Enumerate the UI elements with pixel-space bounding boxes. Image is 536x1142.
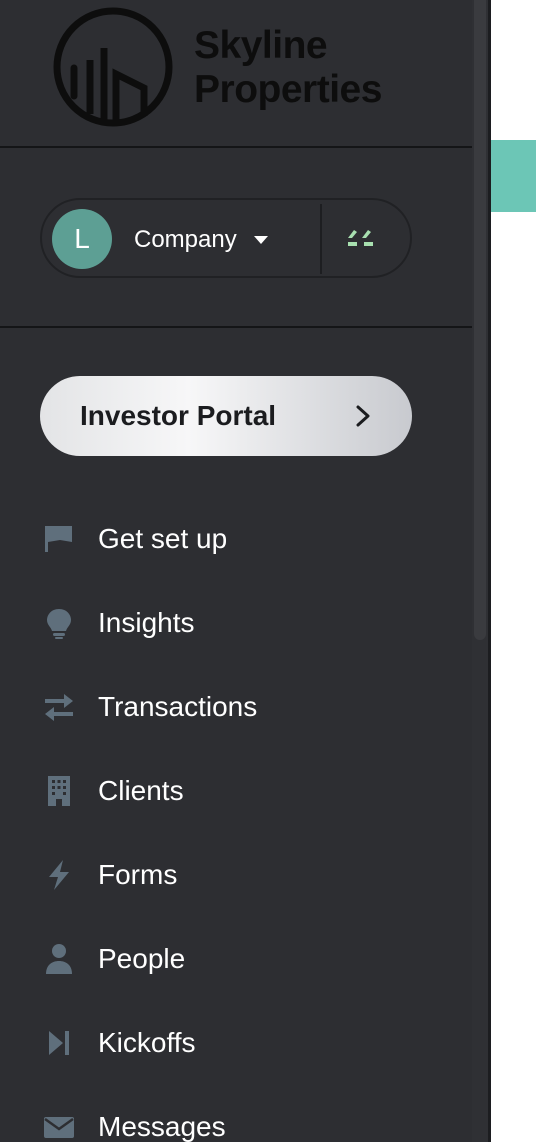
envelope-icon	[44, 1117, 74, 1138]
nav-item-label: Forms	[98, 859, 178, 890]
nav-item-label: Insights	[98, 607, 195, 638]
app-brand-icon[interactable]	[344, 224, 380, 252]
flag-icon	[45, 526, 72, 552]
brand-name-line2: Properties	[194, 68, 382, 111]
pill-divider	[320, 204, 322, 274]
nav-item-label: People	[98, 943, 186, 974]
nav-item-transactions[interactable]: Transactions	[0, 678, 472, 740]
divider	[0, 326, 472, 328]
skyline-building-logo-icon	[53, 7, 173, 127]
chevron-right-icon	[356, 405, 370, 427]
nav-item-get-set-up[interactable]: Get set up	[0, 510, 472, 572]
nav-item-kickoffs[interactable]: Kickoffs	[0, 1014, 472, 1076]
nav-item-insights[interactable]: Insights	[0, 594, 472, 656]
accent-banner	[491, 140, 536, 212]
nav-item-messages[interactable]: Messages	[0, 1098, 472, 1142]
company-switcher[interactable]: L Company	[40, 198, 412, 278]
nav-item-label: Clients	[98, 775, 184, 806]
nav-item-label: Transactions	[98, 691, 258, 722]
nav-item-forms[interactable]: Forms	[0, 846, 472, 908]
brand-name-line1: Skyline	[194, 24, 328, 67]
nav-item-label: Messages	[98, 1111, 226, 1142]
divider	[0, 146, 472, 148]
avatar[interactable]: L	[52, 209, 112, 269]
swap-arrows-icon	[45, 694, 73, 721]
caret-down-icon[interactable]	[254, 236, 268, 244]
nav-item-label: Kickoffs	[98, 1027, 196, 1058]
brand-name: Skyline Properties	[194, 24, 382, 112]
person-icon	[46, 944, 72, 974]
nav-item-clients[interactable]: Clients	[0, 762, 472, 824]
lightning-bolt-icon	[49, 860, 69, 890]
brand-logo[interactable]: Skyline Properties	[52, 4, 412, 130]
building-icon	[48, 776, 70, 806]
scrollbar-thumb[interactable]	[474, 0, 486, 640]
investor-portal-button[interactable]: Investor Portal	[40, 376, 412, 456]
skip-next-icon	[49, 1031, 69, 1055]
lightbulb-icon	[47, 609, 71, 639]
sidebar: Skyline Properties L Company Investor Po…	[0, 0, 488, 1142]
company-label[interactable]: Company	[134, 226, 237, 254]
nav-item-people[interactable]: People	[0, 930, 472, 992]
main-content	[491, 0, 536, 1142]
investor-portal-label: Investor Portal	[80, 400, 277, 431]
nav-item-label: Get set up	[98, 523, 228, 554]
